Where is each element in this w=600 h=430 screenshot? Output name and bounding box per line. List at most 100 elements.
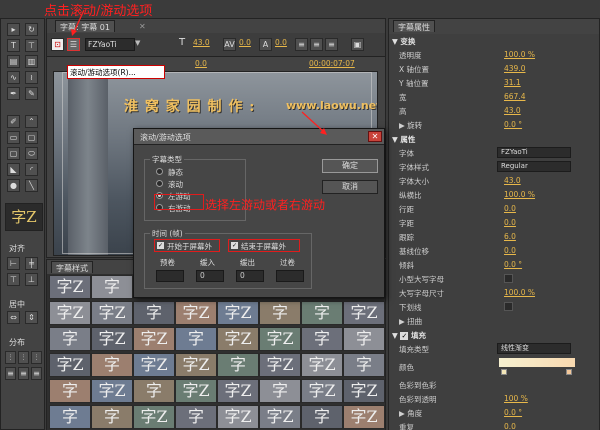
wedge-tool-icon[interactable]: ◣ <box>7 163 20 176</box>
distribute-center-icon[interactable]: ⫶ <box>18 351 29 364</box>
property-value[interactable]: 100.0 % <box>504 50 535 59</box>
property-value[interactable]: 439.0 <box>504 64 525 73</box>
style-swatch[interactable]: 字 <box>343 327 385 351</box>
small-caps-checkbox[interactable] <box>504 274 513 283</box>
property-value[interactable]: 0.0 <box>504 218 516 227</box>
style-swatch[interactable]: 字 <box>91 405 133 429</box>
style-swatch[interactable]: 字 <box>301 301 343 325</box>
style-swatch[interactable]: 字 <box>175 327 217 351</box>
vertical-type-tool-icon[interactable]: ⊤ <box>25 39 38 52</box>
style-swatch[interactable]: 字Z <box>343 405 385 429</box>
distribute-left-icon[interactable]: ⫶ <box>5 351 16 364</box>
style-swatch[interactable]: 字 <box>217 353 259 377</box>
font-size-value[interactable]: 43.0 <box>193 38 210 47</box>
new-title-icon[interactable]: ⊡ <box>51 38 64 51</box>
style-swatch[interactable]: 字 <box>91 353 133 377</box>
style-swatch[interactable]: 字 <box>91 275 133 299</box>
property-value[interactable]: 0.0 ° <box>504 408 522 417</box>
add-anchor-tool-icon[interactable]: ✐ <box>7 115 20 128</box>
arc-tool-icon[interactable]: ◜ <box>25 163 38 176</box>
leading-icon[interactable]: A <box>259 38 272 51</box>
end-offscreen-checkbox[interactable]: ✓ <box>231 242 238 249</box>
cancel-button[interactable]: 取消 <box>322 180 378 194</box>
style-swatch[interactable]: 字Z <box>301 353 343 377</box>
distort-row[interactable]: ▶ 扭曲 <box>389 314 594 328</box>
line-tool-icon[interactable]: ╲ <box>25 179 38 192</box>
style-swatch[interactable]: 字Z <box>175 353 217 377</box>
chevron-down-icon[interactable]: ▼ <box>135 39 140 47</box>
center-horizontal-icon[interactable]: ⇔ <box>7 311 20 324</box>
ellipse-tool-icon[interactable]: ● <box>7 179 20 192</box>
vertical-path-type-tool-icon[interactable]: ≀ <box>25 71 38 84</box>
section-transform[interactable]: ▼ 变换 <box>389 34 594 48</box>
leading-value[interactable]: 0.0 <box>275 38 287 47</box>
font-family-dropdown[interactable]: FZYaoTi <box>497 147 571 158</box>
style-swatch[interactable]: 字 <box>301 327 343 351</box>
close-icon[interactable]: ✕ <box>368 131 382 142</box>
pen-tool-icon[interactable]: ✒ <box>7 87 20 100</box>
style-swatch[interactable]: 字Z <box>133 405 175 429</box>
section-fill[interactable]: ▼ ✓ 填充 <box>389 328 594 342</box>
distribute-middle-icon[interactable]: ≡ <box>18 367 29 380</box>
align-left-icon[interactable]: ⊢ <box>7 257 20 270</box>
clipped-corner-tool-icon[interactable]: ▢ <box>25 131 38 144</box>
radio-0[interactable] <box>156 168 163 175</box>
gradient-stop-left[interactable] <box>501 369 507 375</box>
style-swatch[interactable]: 字Z <box>259 353 301 377</box>
align-right-text-icon[interactable]: ≡ <box>325 38 338 51</box>
timing-field-input[interactable]: 0 <box>196 270 224 282</box>
style-swatch[interactable]: 字Z <box>259 405 301 429</box>
path-type-tool-icon[interactable]: ∿ <box>7 71 20 84</box>
kerning-value[interactable]: 0.0 <box>239 38 251 47</box>
style-swatch[interactable]: 字 <box>175 405 217 429</box>
style-swatch[interactable]: 字Z <box>91 327 133 351</box>
show-background-video-icon[interactable]: ▣ <box>351 38 364 51</box>
timing-field-input[interactable] <box>156 270 184 282</box>
kerning-icon[interactable]: AV <box>223 38 236 51</box>
style-swatch[interactable]: 字 <box>49 327 91 351</box>
style-swatch[interactable]: 字 <box>259 379 301 403</box>
tab-title-properties[interactable]: 字幕属性 <box>393 20 435 32</box>
tracking-value[interactable]: 0.0 <box>195 59 207 68</box>
font-style-dropdown[interactable]: Regular <box>497 161 571 172</box>
style-swatch[interactable]: 字 <box>133 379 175 403</box>
font-family-select[interactable]: FZYaoTi <box>85 38 135 51</box>
align-top-icon[interactable]: ⊤ <box>7 273 20 286</box>
style-swatch[interactable]: 字Z <box>49 275 91 299</box>
style-swatch[interactable]: 字 <box>301 405 343 429</box>
section-properties[interactable]: ▼ 属性 <box>389 132 594 146</box>
style-swatch[interactable]: 字 <box>343 353 385 377</box>
style-swatch[interactable]: 字Z <box>91 301 133 325</box>
close-tab-icon[interactable]: ✕ <box>139 22 146 31</box>
align-center-icon[interactable]: ╪ <box>25 257 38 270</box>
style-swatch[interactable]: 字Z <box>133 327 175 351</box>
rounded-rect-tool-icon[interactable]: ▢ <box>7 147 20 160</box>
distribute-bottom-icon[interactable]: ≡ <box>31 367 42 380</box>
preview-title-text[interactable]: 淮 窝 家 园 制 作 : <box>124 96 255 116</box>
underline-checkbox[interactable] <box>504 302 513 311</box>
style-swatch[interactable]: 字Z <box>49 353 91 377</box>
fill-type-dropdown[interactable]: 线性渐变 <box>497 343 571 354</box>
property-value[interactable]: 43.0 <box>504 106 521 115</box>
gradient-stop-right[interactable] <box>566 369 572 375</box>
property-value[interactable]: 0.0 <box>504 246 516 255</box>
style-swatch[interactable]: 字Z <box>217 405 259 429</box>
area-type-tool-icon[interactable]: ▤ <box>7 55 20 68</box>
type-tool-icon[interactable]: T <box>7 39 20 52</box>
style-swatch[interactable]: 字 <box>133 301 175 325</box>
timing-field-input[interactable] <box>276 270 304 282</box>
style-swatch[interactable]: 字 <box>259 301 301 325</box>
center-vertical-icon[interactable]: ⇕ <box>25 311 38 324</box>
property-value[interactable]: 0.0 <box>504 204 516 213</box>
vertical-area-type-tool-icon[interactable]: ▥ <box>25 55 38 68</box>
style-swatch[interactable]: 字Z <box>175 301 217 325</box>
ok-button[interactable]: 确定 <box>322 159 378 173</box>
tab-title-styles[interactable]: 字幕样式 <box>51 261 93 273</box>
style-swatch[interactable]: 字Z <box>343 301 385 325</box>
style-swatch[interactable]: 字Z <box>133 353 175 377</box>
style-swatch[interactable]: 字Z <box>175 379 217 403</box>
style-swatch[interactable]: 字Z <box>217 327 259 351</box>
fill-enabled-checkbox[interactable]: ✓ <box>400 332 409 340</box>
property-value[interactable]: 100.0 % <box>504 190 535 199</box>
style-swatch[interactable]: 字Z <box>217 301 259 325</box>
